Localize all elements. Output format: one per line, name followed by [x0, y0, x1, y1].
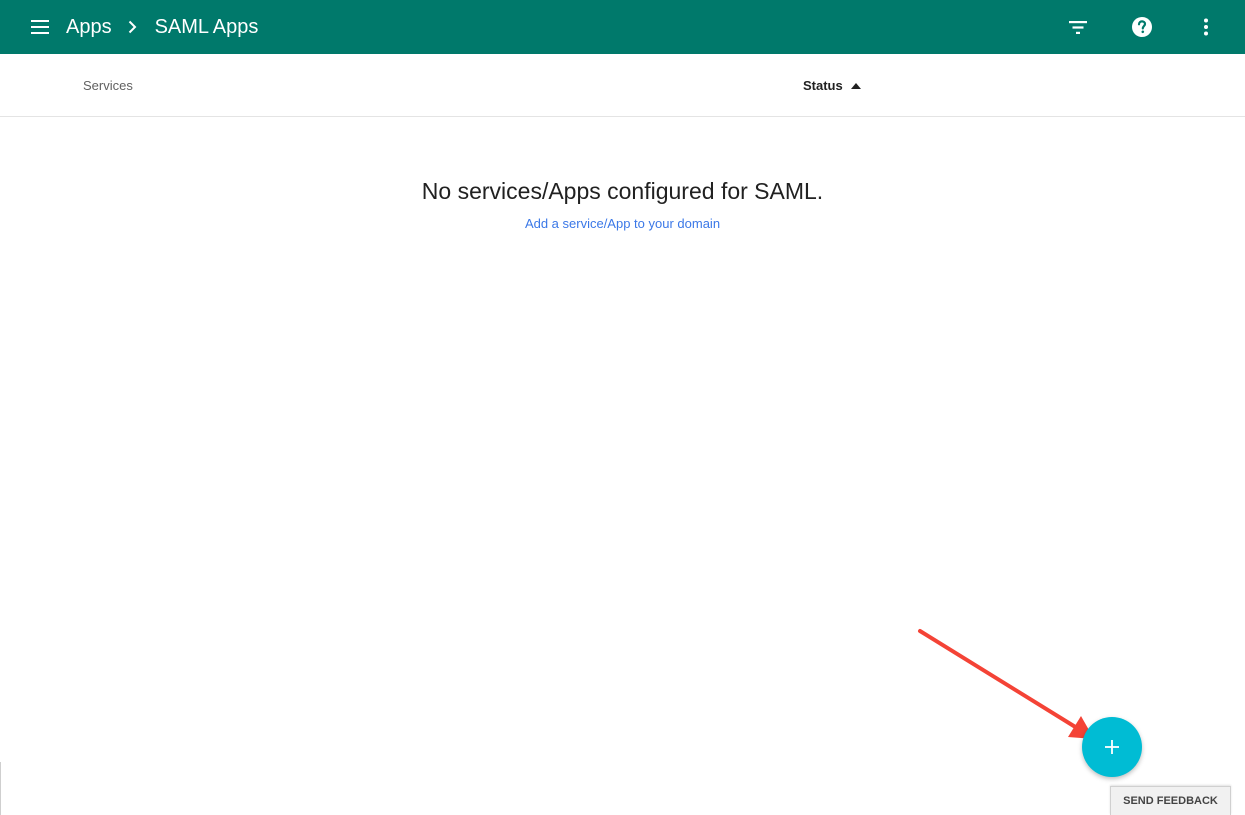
menu-icon[interactable] — [28, 15, 52, 39]
add-service-link[interactable]: Add a service/App to your domain — [525, 216, 720, 231]
add-icon — [1105, 740, 1119, 754]
send-feedback-button[interactable]: SEND FEEDBACK — [1110, 786, 1231, 815]
empty-state-link-wrapper: Add a service/App to your domain — [0, 216, 1245, 231]
breadcrumb: Apps SAML Apps — [66, 0, 258, 54]
filter-icon[interactable] — [1066, 15, 1090, 39]
empty-state-title: No services/Apps configured for SAML. — [421, 178, 824, 204]
left-edge-divider — [0, 762, 2, 815]
breadcrumb-saml-apps: SAML Apps — [154, 15, 259, 38]
breadcrumb-apps[interactable]: Apps — [66, 16, 112, 39]
column-header-services[interactable]: Services — [83, 78, 133, 93]
annotation-arrow — [918, 629, 1094, 739]
more-vert-icon[interactable] — [1194, 15, 1218, 39]
column-header-status-label: Status — [803, 78, 843, 93]
add-app-button[interactable] — [1082, 717, 1142, 777]
table-header: Services Status — [0, 54, 1245, 117]
app-bar: Apps SAML Apps — [0, 0, 1245, 54]
column-header-status[interactable]: Status — [803, 78, 861, 93]
sort-ascending-icon — [850, 82, 861, 89]
help-icon[interactable] — [1130, 15, 1154, 39]
chevron-right-icon — [128, 20, 137, 34]
page: Apps SAML Apps Services Status No servic… — [0, 0, 1245, 815]
